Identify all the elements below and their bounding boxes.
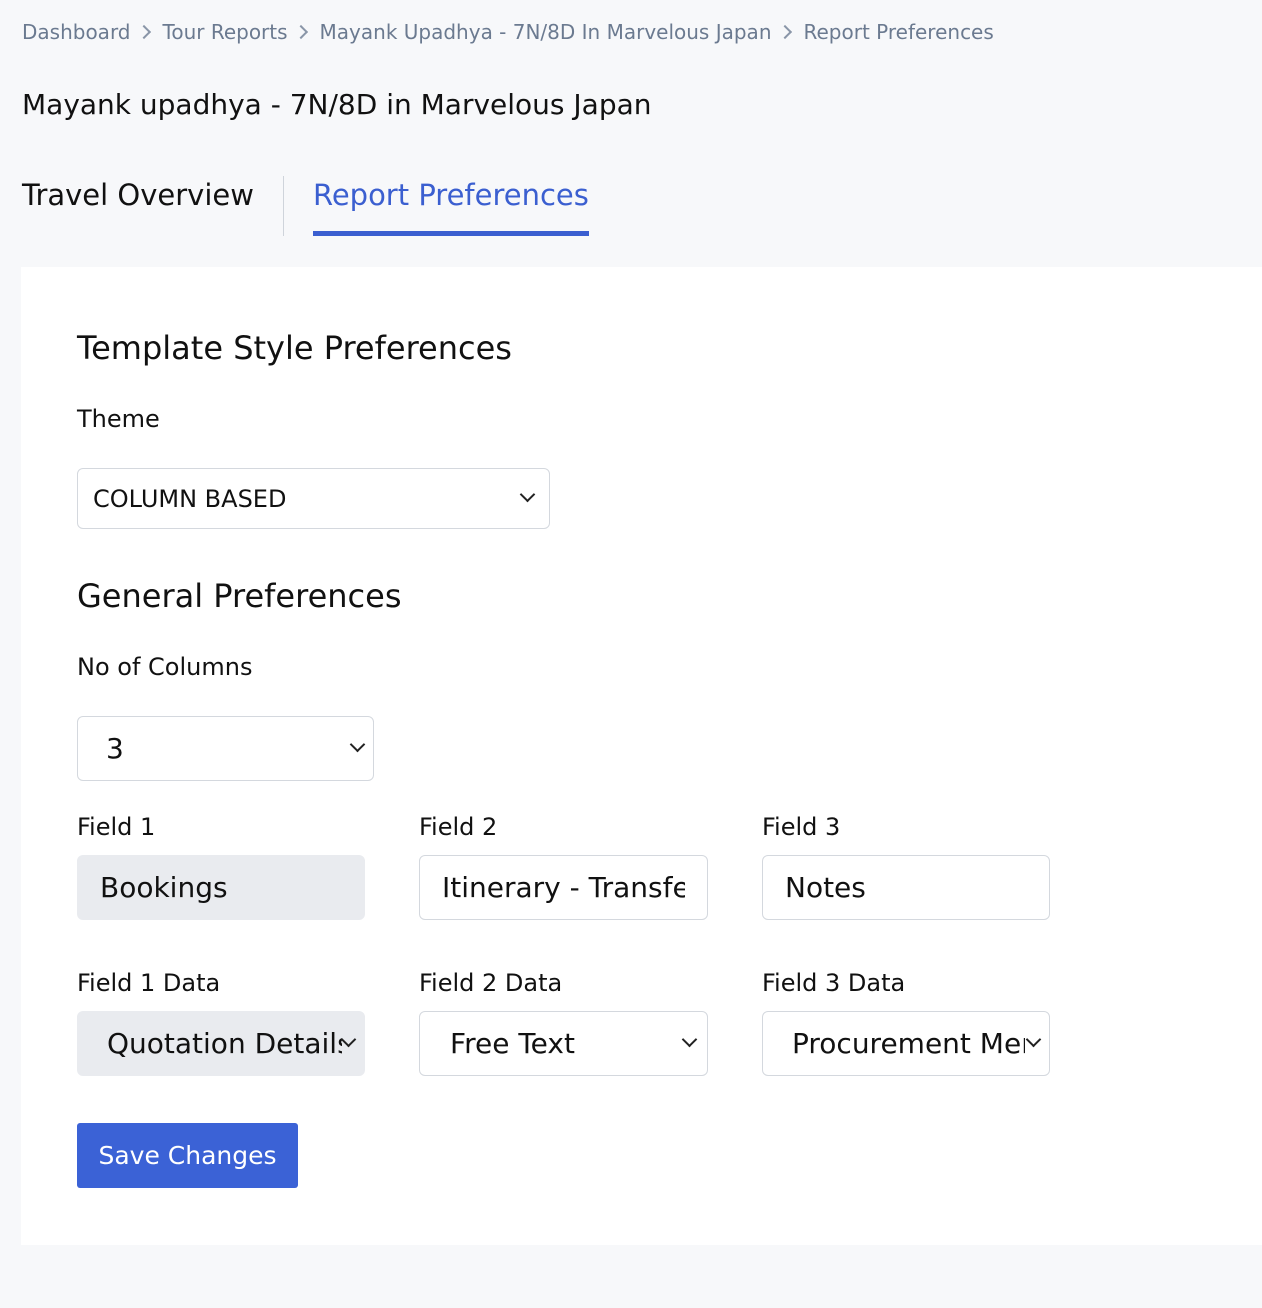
breadcrumb-tour[interactable]: Mayank Upadhya - 7N/8D In Marvelous Japa… <box>320 20 772 44</box>
chevron-down-icon <box>349 736 366 753</box>
theme-label: Theme <box>77 405 160 433</box>
template-style-heading: Template Style Preferences <box>77 329 512 367</box>
field-2-data-select[interactable]: Free Text <box>419 1011 708 1076</box>
general-preferences-heading: General Preferences <box>77 577 402 615</box>
tab-travel-overview[interactable]: Travel Overview <box>22 176 254 236</box>
theme-select[interactable]: COLUMN BASED <box>77 468 550 529</box>
columns-select[interactable]: 3 <box>77 716 374 781</box>
field-1-label: Field 1 <box>77 813 156 841</box>
field-2-label: Field 2 <box>419 813 498 841</box>
tab-divider <box>282 176 284 236</box>
field-3-data-label: Field 3 Data <box>762 969 906 997</box>
breadcrumb-dashboard[interactable]: Dashboard <box>22 20 131 44</box>
theme-select-value: COLUMN BASED <box>93 484 287 513</box>
field-2-value: Itinerary - Transfer <box>442 871 685 904</box>
field-3-input[interactable]: Notes <box>762 855 1050 920</box>
field-3-data-select[interactable]: Procurement Men <box>762 1011 1050 1076</box>
tab-bar: Travel Overview Report Preferences <box>22 176 589 236</box>
breadcrumb-current: Report Preferences <box>803 20 994 44</box>
preferences-card: Template Style Preferences Theme COLUMN … <box>21 267 1262 1245</box>
field-3-value: Notes <box>785 871 866 904</box>
chevron-right-icon <box>777 24 792 40</box>
field-1-data-label: Field 1 Data <box>77 969 221 997</box>
columns-label: No of Columns <box>77 653 253 681</box>
field-1-input: Bookings <box>77 855 365 920</box>
page-title: Mayank upadhya - 7N/8D in Marvelous Japa… <box>22 88 652 121</box>
chevron-down-icon <box>1025 1031 1042 1048</box>
field-1-data-value: Quotation Details <box>107 1027 342 1060</box>
field-3-label: Field 3 <box>762 813 841 841</box>
breadcrumb-tour-reports[interactable]: Tour Reports <box>163 20 288 44</box>
columns-select-value: 3 <box>106 732 124 765</box>
field-2-input[interactable]: Itinerary - Transfer <box>419 855 708 920</box>
field-1-data-select: Quotation Details <box>77 1011 365 1076</box>
field-3-data-value: Procurement Men <box>792 1027 1025 1060</box>
save-changes-button[interactable]: Save Changes <box>77 1123 298 1188</box>
chevron-down-icon <box>519 486 536 503</box>
field-1-value: Bookings <box>100 871 228 904</box>
chevron-down-icon <box>340 1031 357 1048</box>
chevron-down-icon <box>681 1031 698 1048</box>
breadcrumb: Dashboard Tour Reports Mayank Upadhya - … <box>22 20 994 44</box>
tab-report-preferences[interactable]: Report Preferences <box>312 176 589 236</box>
field-2-data-label: Field 2 Data <box>419 969 563 997</box>
chevron-right-icon <box>293 24 308 40</box>
field-2-data-value: Free Text <box>450 1027 575 1060</box>
chevron-right-icon <box>136 24 151 40</box>
